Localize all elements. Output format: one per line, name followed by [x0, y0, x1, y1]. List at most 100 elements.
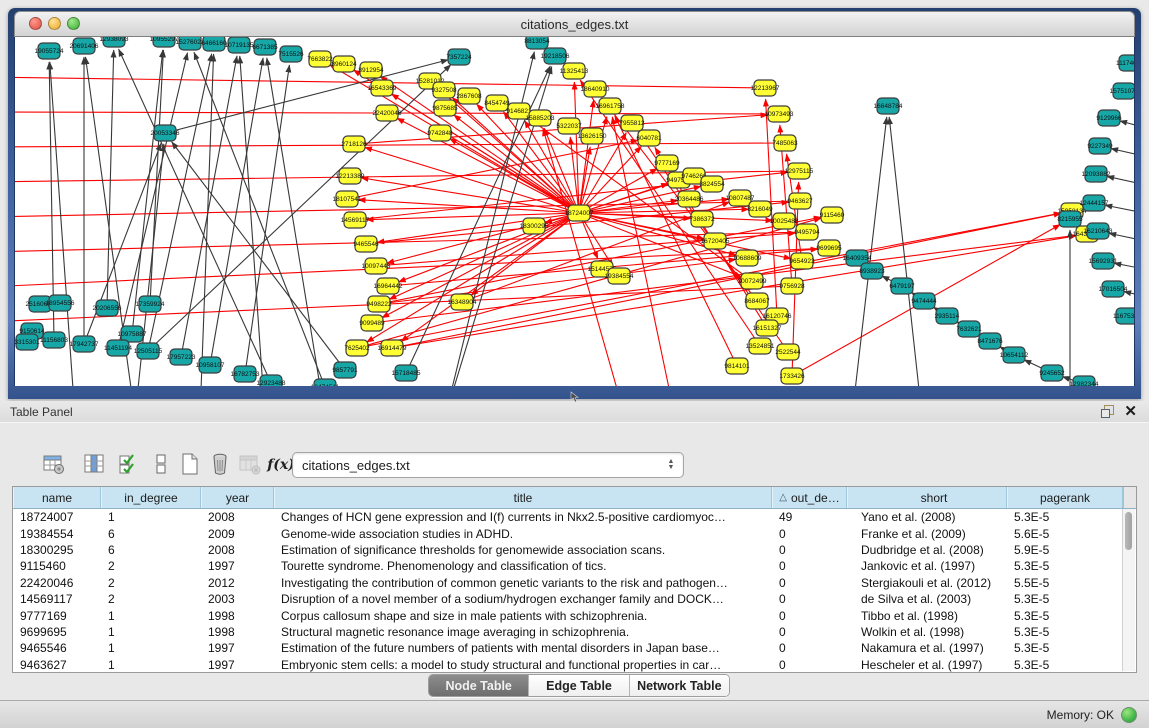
column-settings-button[interactable]: [80, 451, 108, 479]
table-body: 1872400712008Changes of HCN gene express…: [13, 509, 1136, 673]
memory-ok-indicator-icon[interactable]: [1121, 707, 1137, 723]
column-header-short[interactable]: short: [847, 487, 1007, 508]
delete-table-button[interactable]: [206, 451, 234, 479]
table-cell: 0: [772, 576, 847, 590]
row-select-button[interactable]: [115, 451, 143, 479]
table-cell: 0: [772, 559, 847, 573]
memory-status-label: Memory: OK: [1047, 708, 1114, 722]
table-cell: 2012: [201, 576, 274, 590]
column-header-out-de-[interactable]: △out_de…: [772, 487, 847, 508]
graph-node-label: 12444157: [1080, 200, 1109, 207]
delete-table-icon: [208, 452, 232, 476]
vertical-scrollbar[interactable]: [1122, 509, 1135, 671]
table-row[interactable]: 977716911998Corpus callosum shape and si…: [13, 607, 1136, 623]
table-cell: 2008: [201, 543, 274, 557]
node-table: name in_degree yeartitle△out_de… short pager…: [12, 486, 1137, 673]
table-cell: Tourette syndrome. Phenomenology and cla…: [274, 559, 772, 573]
table-panel-body: f(x) citations_edges.txt ▲▼ namein_degre…: [0, 422, 1149, 701]
graph-node-label: 17957223: [167, 354, 196, 361]
table-cell: 5.3E-5: [1007, 625, 1136, 639]
column-header-pagerank[interactable]: pagerank: [1007, 487, 1123, 508]
graph-node-label: 6479197: [889, 283, 915, 290]
zoom-window-icon[interactable]: [67, 17, 80, 30]
tab-network-table[interactable]: Network Table: [630, 675, 729, 696]
graph-node-label: 9474444: [911, 298, 937, 305]
float-panel-icon[interactable]: [1101, 405, 1114, 418]
column-header-label: name: [42, 491, 72, 505]
graph-node-label: 12213389: [336, 173, 365, 180]
table-row[interactable]: 1938455462009Genome-wide association stu…: [13, 525, 1136, 541]
table-selector-dropdown[interactable]: citations_edges.txt ▲▼: [292, 452, 684, 478]
graph-node-label: 15885203: [526, 115, 555, 122]
new-table-icon: [178, 452, 202, 476]
table-cell: Jankovic et al. (1997): [847, 559, 1007, 573]
graph-node-label: 10097443: [362, 263, 391, 270]
table-cell: 5.3E-5: [1007, 510, 1136, 524]
graph-node-label: 9742848: [427, 130, 453, 137]
graph-node-label: 17016504: [1099, 286, 1128, 293]
table-cell: 5.3E-5: [1007, 609, 1136, 623]
graph-node-label: 19384554: [605, 273, 634, 280]
table-cell: 0: [772, 641, 847, 655]
table-row[interactable]: 1456911722003Disruption of a novel membe…: [13, 591, 1136, 607]
graph-node-label: 8454749: [484, 100, 510, 107]
graph-node-label: 9129966: [1096, 115, 1122, 122]
table-cell: Hescheler et al. (1997): [847, 658, 1007, 672]
table-cell: Genome-wide association studies in ADHD.: [274, 527, 772, 541]
table-row[interactable]: 946362711997Embryonic stem cells: a mode…: [13, 657, 1136, 673]
graph-edge: [240, 56, 265, 386]
table-row[interactable]: 1830029562008Estimation of significance …: [13, 542, 1136, 558]
network-window: citations_edges.txt 19055724206914061293…: [8, 8, 1141, 399]
table-row[interactable]: 969969511998Structural magnetic resonanc…: [13, 624, 1136, 640]
graph-node-label: 20206556: [93, 305, 122, 312]
graph-node-label: 16409354: [843, 255, 872, 262]
delete-column-button[interactable]: [236, 451, 264, 479]
column-header-name[interactable]: name: [13, 487, 101, 508]
table-cell: 1998: [201, 625, 274, 639]
table-cell: 18724007: [13, 510, 101, 524]
table-row[interactable]: 911546021997Tourette syndrome. Phenomeno…: [13, 558, 1136, 574]
graph-node-label: 6466160: [201, 40, 227, 47]
column-header-in-degree[interactable]: in_degree: [101, 487, 201, 508]
graph-node-label: 11325413: [560, 68, 589, 75]
network-view-canvas[interactable]: 1905572420691406129380931095529715276021…: [14, 37, 1135, 386]
column-header-label: short: [921, 491, 948, 505]
graph-node-label: 3315301: [15, 339, 40, 346]
minimize-window-icon[interactable]: [48, 17, 61, 30]
table-cell: 5.3E-5: [1007, 658, 1136, 672]
table-cell: Estimation of significance thresholds fo…: [274, 543, 772, 557]
column-header-title[interactable]: title: [274, 487, 772, 508]
table-cell: 22420046: [13, 576, 101, 590]
new-table-button[interactable]: [176, 451, 204, 479]
table-cell: 5.6E-5: [1007, 527, 1136, 541]
table-settings-button[interactable]: [40, 451, 68, 479]
graph-node-label: 15692931: [1089, 258, 1118, 265]
graph-edge: [1134, 95, 1135, 105]
table-cell: 9777169: [13, 609, 101, 623]
column-header-label: in_degree: [124, 491, 177, 505]
close-window-icon[interactable]: [29, 17, 42, 30]
tab-edge-table[interactable]: Edge Table: [529, 675, 629, 696]
graph-node-label: 7663822: [307, 56, 333, 63]
graph-node-label: 13626150: [578, 133, 607, 140]
table-row[interactable]: 2242004622012Investigating the contribut…: [13, 575, 1136, 591]
column-header-year[interactable]: year: [201, 487, 274, 508]
import-table-button[interactable]: [147, 451, 175, 479]
graph-node-label: 7386372: [689, 216, 715, 223]
graph-node-label: 10654112: [1000, 352, 1029, 359]
close-panel-icon[interactable]: ✕: [1124, 405, 1137, 418]
tab-node-table[interactable]: Node Table: [429, 675, 529, 696]
graph-node-label: 1733426: [779, 373, 805, 380]
graph-node-label: 9654923: [789, 258, 815, 265]
table-cell: 9699695: [13, 625, 101, 639]
graph-edge: [1109, 233, 1135, 245]
table-cell: Yano et al. (2008): [847, 510, 1007, 524]
graph-edge: [84, 143, 161, 344]
table-row[interactable]: 1872400712008Changes of HCN gene express…: [13, 509, 1136, 525]
graph-node-label: 9463627: [787, 198, 813, 205]
graph-node-label: 9099489: [359, 320, 385, 327]
table-cell: 0: [772, 543, 847, 557]
table-row[interactable]: 946554611997Estimation of the future num…: [13, 640, 1136, 656]
scrollbar-thumb[interactable]: [1125, 512, 1132, 550]
network-window-titlebar[interactable]: citations_edges.txt: [14, 11, 1135, 37]
